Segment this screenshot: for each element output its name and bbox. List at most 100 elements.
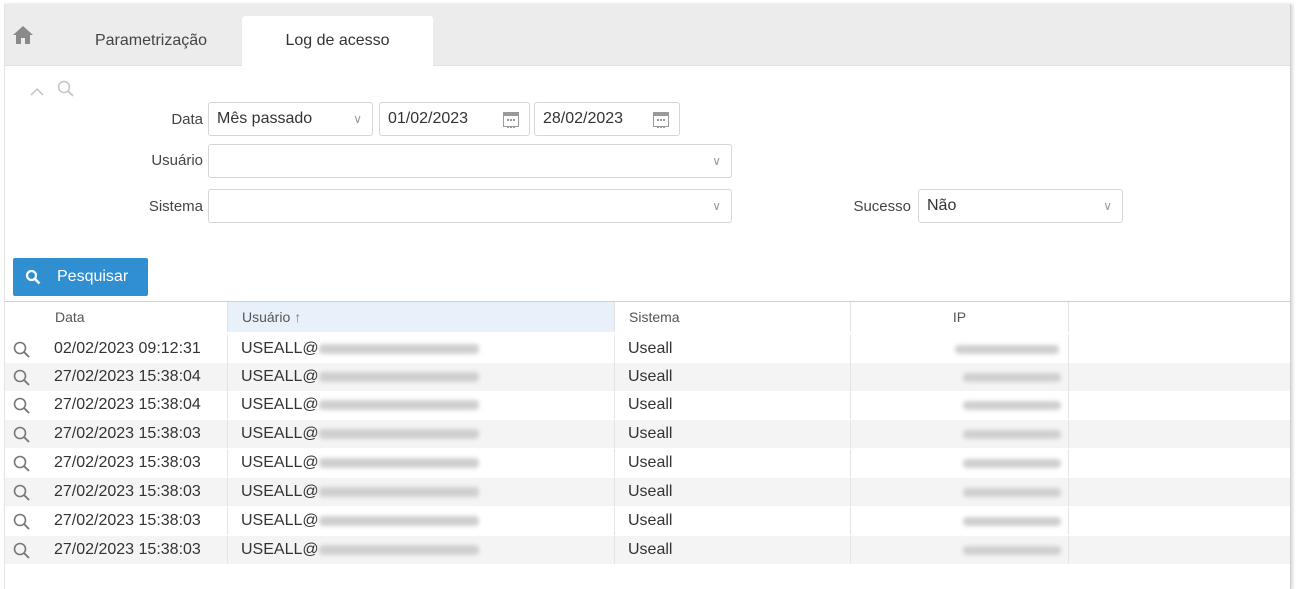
cell-ip — [851, 363, 1069, 391]
magnifier-icon[interactable] — [13, 542, 30, 559]
sort-asc-icon: ↑ — [294, 309, 302, 325]
table-row[interactable]: 27/02/2023 15:38:03 USEALL@ Useall — [5, 478, 1290, 506]
calendar-icon[interactable] — [653, 112, 669, 128]
table-row[interactable]: 27/02/2023 15:38:03 USEALL@ Useall — [5, 536, 1290, 564]
chevron-down-icon: ∨ — [353, 112, 362, 126]
period-value: Mês passado — [217, 110, 313, 127]
redacted-text — [318, 544, 479, 555]
header-usuario-label: Usuário — [242, 309, 291, 325]
redacted-text — [318, 486, 479, 497]
redacted-text — [318, 399, 479, 410]
search-button[interactable]: Pesquisar — [13, 258, 148, 296]
date-from-field[interactable]: 01/02/2023 — [379, 102, 530, 136]
magnifier-icon[interactable] — [13, 484, 30, 501]
cell-usuario: USEALL@ — [228, 478, 615, 506]
magnifier-icon[interactable] — [13, 369, 30, 386]
cell-usuario-text: USEALL@ — [241, 368, 319, 385]
cell-data: 27/02/2023 15:38:03 — [41, 420, 228, 448]
chevron-down-icon: ∨ — [712, 199, 721, 213]
redacted-ip — [963, 546, 1061, 555]
table-row[interactable]: 27/02/2023 15:38:03 USEALL@ Useall — [5, 507, 1290, 535]
row-view-cell[interactable] — [5, 335, 41, 363]
calendar-icon[interactable] — [503, 112, 519, 128]
row-view-cell[interactable] — [5, 449, 41, 477]
cell-usuario: USEALL@ — [228, 536, 615, 564]
cell-data: 27/02/2023 15:38:03 — [41, 449, 228, 477]
cell-ip — [851, 449, 1069, 477]
table-row[interactable]: 27/02/2023 15:38:03 USEALL@ Useall — [5, 449, 1290, 477]
redacted-text — [318, 515, 479, 526]
usuario-label: Usuário — [151, 152, 203, 169]
table-row[interactable]: 27/02/2023 15:38:04 USEALL@ Useall — [5, 363, 1290, 391]
magnifier-icon[interactable] — [13, 341, 30, 358]
chevron-down-icon: ∨ — [1103, 199, 1112, 213]
cell-usuario: USEALL@ — [228, 391, 615, 419]
filter-collapse-toggle[interactable] — [29, 80, 85, 100]
header-ip-label: IP — [952, 309, 967, 325]
cell-sistema: Useall — [615, 391, 851, 419]
tab-log-de-acesso[interactable]: Log de acesso — [242, 16, 433, 67]
header-icon-col — [5, 302, 41, 332]
row-view-cell[interactable] — [5, 536, 41, 564]
cell-usuario-text: USEALL@ — [241, 454, 319, 471]
row-view-cell[interactable] — [5, 420, 41, 448]
redacted-ip — [963, 488, 1061, 497]
home-icon[interactable] — [11, 24, 35, 46]
date-from-value: 01/02/2023 — [388, 110, 469, 127]
row-view-cell[interactable] — [5, 391, 41, 419]
header-sistema[interactable]: Sistema — [615, 302, 851, 332]
tab-bar: Parametrização Log de acesso — [5, 4, 1290, 67]
chevron-up-icon — [30, 87, 44, 96]
sucesso-value: Não — [927, 197, 957, 214]
row-view-cell[interactable] — [5, 507, 41, 535]
redacted-ip — [963, 459, 1061, 468]
access-log-table: Data Usuário ↑ Sistema IP 02/02/2023 09:1… — [5, 301, 1290, 589]
sucesso-label: Sucesso — [853, 198, 911, 215]
cell-usuario-text: USEALL@ — [241, 541, 319, 558]
cell-ip — [851, 391, 1069, 419]
cell-sistema: Useall — [615, 449, 851, 477]
cell-sistema: Useall — [615, 420, 851, 448]
cell-usuario-text: USEALL@ — [241, 425, 319, 442]
header-ip[interactable]: IP — [851, 302, 1069, 332]
tab-parametrizacao[interactable]: Parametrização — [67, 16, 235, 66]
row-view-cell[interactable] — [5, 478, 41, 506]
sistema-select[interactable]: ∨ — [208, 189, 732, 223]
magnifier-icon[interactable] — [13, 397, 30, 414]
table-row[interactable]: 27/02/2023 15:38:03 USEALL@ Useall — [5, 420, 1290, 448]
table-row[interactable]: 27/02/2023 15:38:04 USEALL@ Useall — [5, 391, 1290, 419]
redacted-text — [318, 428, 479, 439]
cell-usuario: USEALL@ — [228, 363, 615, 391]
redacted-ip — [963, 401, 1061, 410]
usuario-select[interactable]: ∨ — [208, 144, 732, 178]
redacted-text — [318, 457, 479, 468]
redacted-ip — [955, 345, 1059, 354]
cell-sistema: Useall — [615, 507, 851, 535]
sucesso-select[interactable]: Não ∨ — [918, 189, 1123, 223]
cell-data: 02/02/2023 09:12:31 — [41, 335, 228, 363]
cell-usuario-text: USEALL@ — [241, 512, 319, 529]
redacted-text — [318, 343, 479, 354]
magnifier-icon[interactable] — [13, 426, 30, 443]
header-data[interactable]: Data — [41, 302, 228, 332]
cell-data: 27/02/2023 15:38:04 — [41, 391, 228, 419]
table-row[interactable]: 02/02/2023 09:12:31 USEALL@ Useall — [5, 335, 1290, 363]
header-usuario[interactable]: Usuário ↑ — [228, 302, 615, 332]
redacted-ip — [963, 517, 1061, 526]
redacted-ip — [963, 373, 1061, 382]
cell-usuario: USEALL@ — [228, 507, 615, 535]
row-view-cell[interactable] — [5, 363, 41, 391]
app-window: Parametrização Log de acesso Data Mês pa… — [4, 4, 1291, 589]
date-to-field[interactable]: 28/02/2023 — [534, 102, 680, 136]
cell-usuario: USEALL@ — [228, 420, 615, 448]
redacted-ip — [963, 430, 1061, 439]
magnifier-icon[interactable] — [13, 513, 30, 530]
period-select[interactable]: Mês passado ∨ — [208, 102, 373, 136]
cell-data: 27/02/2023 15:38:03 — [41, 507, 228, 535]
redacted-text — [318, 371, 479, 382]
cell-sistema: Useall — [615, 363, 851, 391]
table-header: Data Usuário ↑ Sistema IP — [5, 302, 1290, 332]
magnifier-icon[interactable] — [13, 455, 30, 472]
search-icon — [57, 80, 74, 97]
cell-data: 27/02/2023 15:38:04 — [41, 363, 228, 391]
